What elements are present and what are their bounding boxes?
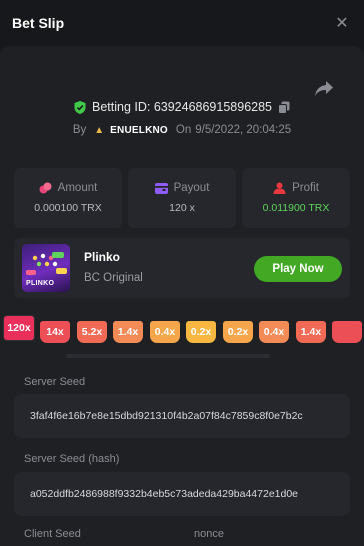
- bet-slip-title: Bet Slip: [12, 15, 65, 31]
- share-icon[interactable]: [314, 80, 334, 98]
- stat-amount: Amount 0.000100 TRX: [14, 168, 122, 228]
- nonce-label: nonce: [194, 528, 224, 540]
- user-badge-icon: ▲: [94, 124, 105, 136]
- multiplier-tile: 0.2x: [223, 321, 253, 343]
- wallet-icon: [154, 182, 168, 194]
- bet-datetime: 9/5/2022, 20:04:25: [195, 124, 292, 136]
- server-seed-hash-field[interactable]: a052ddfb2486988f9332b4eb5c73adeda429ba44…: [14, 472, 350, 516]
- multiplier-tile: 0.2x: [186, 321, 216, 343]
- coins-icon: [39, 182, 52, 194]
- multiplier-row: 120x 14x 5.2x 1.4x 0.4x 0.2x 0.2x 0.4x 1…: [0, 312, 364, 358]
- stat-profit-value: 0.011900 TRX: [262, 202, 330, 214]
- bet-slip-header: Bet Slip ✕: [0, 0, 364, 46]
- stat-profit: Profit 0.011900 TRX: [242, 168, 350, 228]
- multiplier-tile: 5.2x: [77, 321, 107, 343]
- multiplier-tile: 14x: [40, 321, 70, 343]
- game-card: PLINKO Plinko BC Original Play Now: [14, 238, 350, 298]
- plinko-game-thumbnail[interactable]: PLINKO: [22, 244, 70, 292]
- multiplier-tile: 0.4x: [259, 321, 289, 343]
- username[interactable]: ENUELKNO: [110, 125, 168, 136]
- multiplier-tile: 1.4x: [296, 321, 326, 343]
- copy-icon[interactable]: [278, 101, 290, 114]
- stat-amount-label: Amount: [57, 182, 98, 194]
- bet-author-row: By ▲ ENUELKNO On 9/5/2022, 20:04:25: [0, 124, 364, 136]
- server-seed-field[interactable]: 3faf4f6e16b7e8e15dbd921310f4b2a07f84c785…: [14, 394, 350, 438]
- stat-amount-value: 0.000100 TRX: [34, 202, 102, 214]
- profit-icon: [273, 182, 286, 194]
- stat-profit-label: Profit: [292, 182, 319, 194]
- verified-shield-icon: [74, 100, 86, 114]
- game-name: Plinko: [84, 250, 121, 264]
- betting-id: Betting ID: 63924686915896285: [91, 100, 273, 114]
- multiplier-scrollbar[interactable]: [66, 354, 270, 358]
- by-label: By: [72, 124, 87, 136]
- multiplier-tile: [332, 321, 362, 343]
- client-seed-label: Client Seed: [24, 528, 81, 540]
- multiplier-tile: 120x: [4, 316, 34, 340]
- bet-slip-panel: Betting ID: 63924686915896285 By ▲ ENUEL…: [0, 46, 364, 546]
- on-label: On: [175, 124, 192, 136]
- betting-id-row: Betting ID: 63924686915896285: [0, 100, 364, 114]
- game-thumb-text: PLINKO: [26, 280, 55, 287]
- stat-payout: Payout 120 x: [128, 168, 236, 228]
- stat-payout-value: 120 x: [169, 202, 195, 214]
- multiplier-tile: 1.4x: [113, 321, 143, 343]
- stat-payout-label: Payout: [173, 182, 210, 194]
- close-icon[interactable]: ✕: [332, 13, 352, 33]
- game-provider: BC Original: [84, 272, 143, 284]
- server-seed-hash-label: Server Seed (hash): [24, 453, 120, 465]
- server-seed-label: Server Seed: [24, 376, 86, 388]
- play-now-button[interactable]: Play Now: [254, 256, 342, 282]
- bet-stats: Amount 0.000100 TRX Payout 120 x Profit …: [14, 168, 350, 228]
- multiplier-tile: 0.4x: [150, 321, 180, 343]
